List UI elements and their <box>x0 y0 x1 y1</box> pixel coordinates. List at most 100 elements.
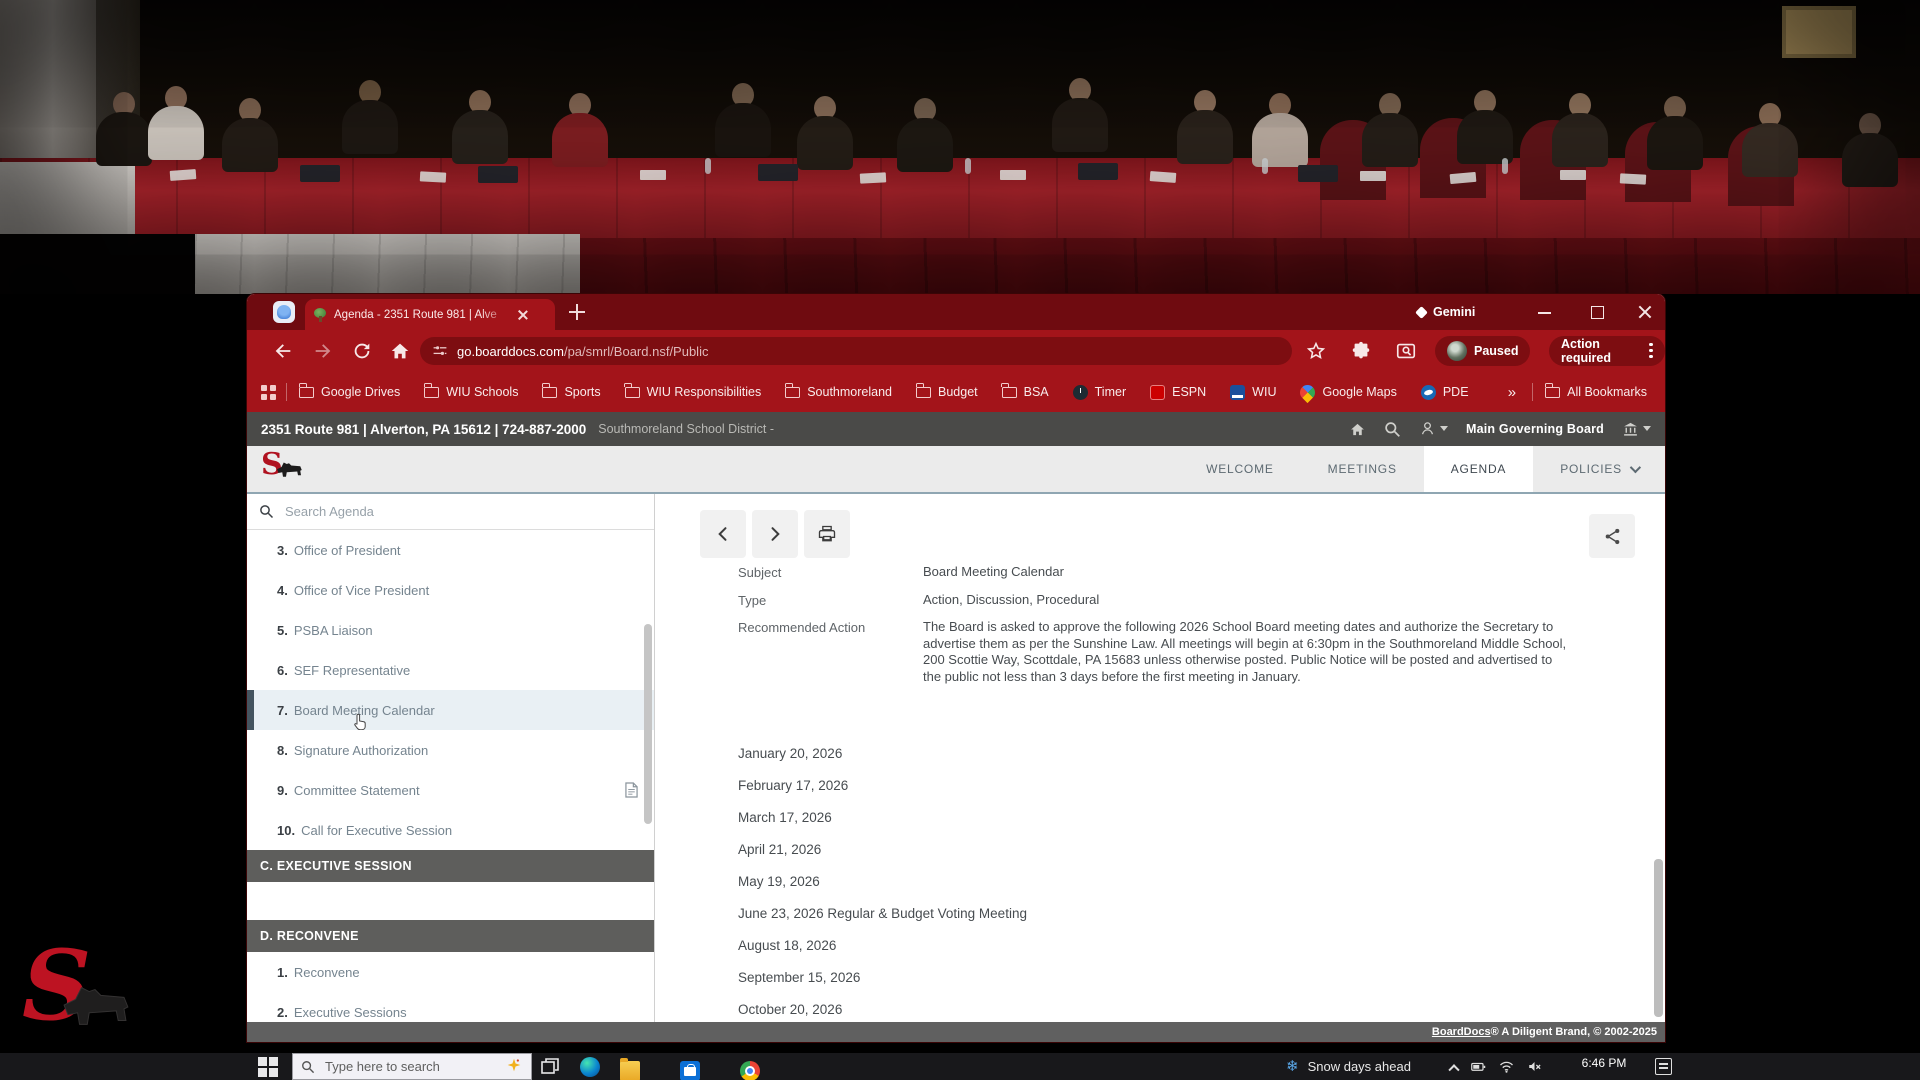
bookmark-pde[interactable]: PDE <box>1421 385 1469 400</box>
site-search-icon[interactable] <box>1384 421 1401 438</box>
site-home-icon[interactable] <box>1349 421 1366 438</box>
site-logo[interactable]: S <box>261 446 331 492</box>
bookmark-folder[interactable]: Sports <box>542 385 600 399</box>
bookmark-star-icon[interactable] <box>1305 340 1327 362</box>
reload-button[interactable] <box>351 340 373 362</box>
agenda-item[interactable]: 6.SEF Representative <box>247 650 654 690</box>
print-button[interactable] <box>804 510 850 558</box>
bookmark-folder[interactable]: Google Drives <box>299 385 400 399</box>
agenda-item[interactable]: 2.Executive Sessions <box>247 992 654 1022</box>
agenda-search-input[interactable] <box>283 503 583 520</box>
user-menu[interactable] <box>1419 420 1448 438</box>
tray-expand-icon[interactable] <box>1448 1064 1459 1075</box>
all-bookmarks-button[interactable]: All Bookmarks <box>1545 385 1647 399</box>
agenda-detail: Subject Board Meeting Calendar Type Acti… <box>655 494 1665 1022</box>
apps-grid-icon[interactable] <box>261 385 276 400</box>
site-settings-icon[interactable] <box>432 343 448 359</box>
board-selector[interactable] <box>1622 420 1651 438</box>
bookmarks-overflow-button[interactable]: » <box>1508 384 1516 401</box>
item-number: 5. <box>277 623 288 638</box>
nav-agenda[interactable]: AGENDA <box>1424 446 1533 492</box>
paper <box>860 172 886 183</box>
bookmark-folder[interactable]: WIU Responsibilities <box>625 385 762 399</box>
person-silhouette <box>148 86 204 160</box>
prev-item-button[interactable] <box>700 510 746 558</box>
nav-policies[interactable]: POLICIES <box>1533 446 1665 492</box>
action-center-icon[interactable] <box>1655 1058 1672 1075</box>
detail-fields: Subject Board Meeting Calendar Type Acti… <box>738 564 1578 696</box>
taskbar-search[interactable] <box>292 1053 532 1080</box>
address-bar[interactable]: go.boarddocs.com/pa/smrl/Board.nsf/Publi… <box>420 337 1292 365</box>
bookmark-google-maps[interactable]: Google Maps <box>1300 385 1396 400</box>
bookmark-espn[interactable]: ESPN <box>1150 385 1206 400</box>
agenda-item[interactable]: 5.PSBA Liaison <box>247 610 654 650</box>
browser-profile-icon[interactable] <box>273 301 295 323</box>
bookmark-folder[interactable]: Southmoreland <box>785 385 892 399</box>
maximize-button[interactable] <box>1589 304 1605 320</box>
file-explorer-icon[interactable] <box>620 1061 640 1080</box>
tab-search-icon[interactable] <box>1395 340 1417 362</box>
person-silhouette <box>897 98 953 172</box>
agenda-item[interactable]: 9.Committee Statement <box>247 770 654 810</box>
curtain <box>0 0 96 165</box>
agenda-item[interactable]: 4.Office of Vice President <box>247 570 654 610</box>
field-label: Recommended Action <box>738 619 923 685</box>
item-label: Executive Sessions <box>294 1005 407 1020</box>
close-button[interactable] <box>1637 304 1653 320</box>
wifi-icon[interactable] <box>1499 1059 1514 1074</box>
chrome-icon[interactable] <box>740 1061 760 1080</box>
bookmark-folder[interactable]: Budget <box>916 385 978 399</box>
bookmark-folder[interactable]: WIU Schools <box>424 385 518 399</box>
item-label: Call for Executive Session <box>301 823 452 838</box>
agenda-section-reconvene[interactable]: D. RECONVENE <box>247 920 654 952</box>
microsoft-store-icon[interactable] <box>680 1061 700 1080</box>
copilot-icon[interactable] <box>507 1058 521 1072</box>
bookmark-folder[interactable]: BSA <box>1002 385 1049 399</box>
battery-icon[interactable] <box>1471 1059 1486 1074</box>
task-view-button[interactable] <box>540 1057 560 1077</box>
menu-dots-icon[interactable] <box>1649 343 1653 359</box>
action-required-button[interactable]: Action required <box>1549 336 1665 366</box>
back-button[interactable] <box>272 340 294 362</box>
person-silhouette <box>1647 96 1703 170</box>
system-tray <box>1450 1053 1542 1080</box>
volume-muted-icon[interactable] <box>1527 1059 1542 1074</box>
taskbar-search-input[interactable] <box>323 1058 473 1075</box>
person-silhouette <box>1552 93 1608 167</box>
agenda-section-executive-session[interactable]: C. EXECUTIVE SESSION <box>247 850 654 882</box>
pde-icon <box>1421 385 1436 400</box>
taskbar-clock[interactable]: 6:46 PM <box>1572 1056 1636 1070</box>
agenda-item[interactable]: 1.Reconvene <box>247 952 654 992</box>
browser-toolbar: go.boarddocs.com/pa/smrl/Board.nsf/Publi… <box>247 330 1665 372</box>
share-button[interactable] <box>1589 514 1635 558</box>
minimize-button[interactable] <box>1537 304 1553 320</box>
bookmark-wiu[interactable]: WIU <box>1230 385 1276 400</box>
agenda-search[interactable] <box>247 494 654 530</box>
tab-close-icon[interactable] <box>518 310 528 320</box>
content-scrollbar-thumb[interactable] <box>1654 859 1663 1017</box>
laptop <box>758 164 798 181</box>
browser-tab[interactable]: Agenda - 2351 Route 981 | Alve <box>305 299 555 330</box>
agenda-item[interactable]: 8.Signature Authorization <box>247 730 654 770</box>
browser-window: Agenda - 2351 Route 981 | Alve Gemini go… <box>247 294 1665 1042</box>
agenda-item[interactable]: 10.Call for Executive Session <box>247 810 654 850</box>
sidebar-scrollbar-thumb[interactable] <box>644 624 652 824</box>
extensions-icon[interactable] <box>1350 340 1372 362</box>
forward-button[interactable] <box>312 340 334 362</box>
url-domain: go.boarddocs.com <box>457 344 564 359</box>
bookmark-timer[interactable]: Timer <box>1073 385 1126 400</box>
nav-welcome[interactable]: WELCOME <box>1179 446 1301 492</box>
nav-meetings[interactable]: MEETINGS <box>1301 446 1424 492</box>
chevron-down-icon <box>1643 426 1651 431</box>
taskbar-weather[interactable]: ❄ Snow days ahead <box>1286 1053 1411 1080</box>
gemini-button[interactable]: Gemini <box>1417 294 1475 330</box>
agenda-item[interactable]: 3.Office of President <box>247 530 654 570</box>
boarddocs-link[interactable]: BoardDocs <box>1432 1026 1491 1038</box>
agenda-item-selected[interactable]: 7.Board Meeting Calendar <box>247 690 654 730</box>
start-button[interactable] <box>258 1057 278 1077</box>
home-button[interactable] <box>389 340 411 362</box>
new-tab-button[interactable] <box>569 304 585 320</box>
profile-paused-button[interactable]: Paused <box>1435 336 1530 366</box>
next-item-button[interactable] <box>752 510 798 558</box>
edge-icon[interactable] <box>580 1057 600 1077</box>
